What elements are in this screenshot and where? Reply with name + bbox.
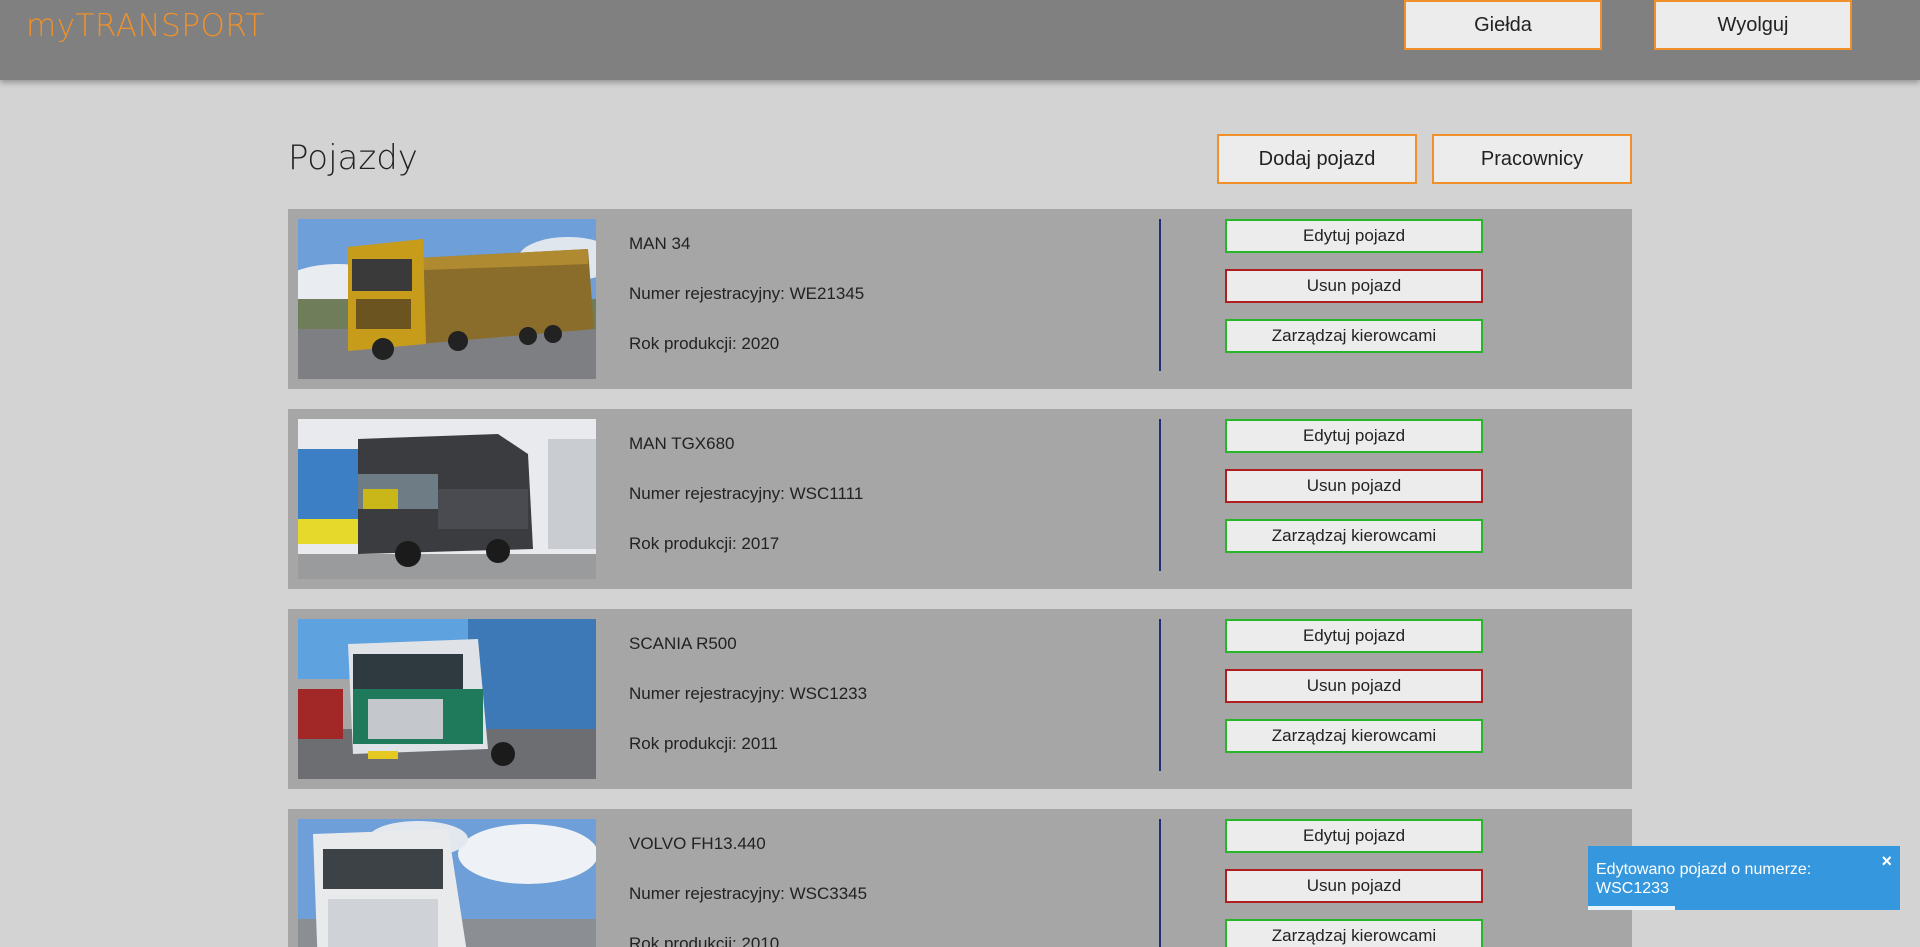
- manage-drivers-button[interactable]: Zarządzaj kierowcami: [1225, 319, 1483, 353]
- divider: [1159, 619, 1161, 771]
- delete-vehicle-button[interactable]: Usun pojazd: [1225, 469, 1483, 503]
- toast-message: Edytowano pojazd o numerze: WSC1233: [1596, 861, 1812, 897]
- vehicle-registration: Numer rejestracyjny: WSC1111: [629, 484, 864, 503]
- vehicle-year: Rok produkcji: 2020: [629, 334, 780, 353]
- close-icon[interactable]: ×: [1881, 852, 1892, 871]
- page-title: Pojazdy: [288, 138, 418, 178]
- divider: [1159, 419, 1161, 571]
- edit-vehicle-button[interactable]: Edytuj pojazd: [1225, 619, 1483, 653]
- toast-progress-bar: [1588, 906, 1676, 910]
- vehicle-photo: [298, 219, 596, 379]
- vehicle-year: Rok produkcji: 2011: [629, 734, 778, 753]
- vehicle-photo: [298, 619, 596, 779]
- vehicle-year: Rok produkcji: 2010: [629, 934, 780, 947]
- delete-vehicle-button[interactable]: Usun pojazd: [1225, 869, 1483, 903]
- vehicle-card: MAN 34 Numer rejestracyjny: WE21345 Rok …: [288, 209, 1632, 389]
- vehicle-registration: Numer rejestracyjny: WSC3345: [629, 884, 868, 903]
- divider: [1159, 219, 1161, 371]
- vehicle-name: MAN 34: [629, 234, 691, 253]
- edit-vehicle-button[interactable]: Edytuj pojazd: [1225, 419, 1483, 453]
- exchange-button[interactable]: Giełda: [1404, 0, 1602, 50]
- top-bar: myTRANSPORT Giełda Wyolguj: [0, 0, 1920, 80]
- vehicle-card: VOLVO FH13.440 Numer rejestracyjny: WSC3…: [288, 809, 1632, 947]
- vehicle-registration: Numer rejestracyjny: WE21345: [629, 284, 865, 303]
- manage-drivers-button[interactable]: Zarządzaj kierowcami: [1225, 719, 1483, 753]
- delete-vehicle-button[interactable]: Usun pojazd: [1225, 669, 1483, 703]
- vehicle-card: MAN TGX680 Numer rejestracyjny: WSC1111 …: [288, 409, 1632, 589]
- vehicle-name: MAN TGX680: [629, 434, 735, 453]
- vehicle-card: SCANIA R500 Numer rejestracyjny: WSC1233…: [288, 609, 1632, 789]
- add-vehicle-button[interactable]: Dodaj pojazd: [1217, 134, 1417, 184]
- notification-toast: Edytowano pojazd o numerze: WSC1233 ×: [1588, 846, 1900, 910]
- vehicle-photo: [298, 419, 596, 579]
- delete-vehicle-button[interactable]: Usun pojazd: [1225, 269, 1483, 303]
- edit-vehicle-button[interactable]: Edytuj pojazd: [1225, 219, 1483, 253]
- manage-drivers-button[interactable]: Zarządzaj kierowcami: [1225, 919, 1483, 947]
- employees-button[interactable]: Pracownicy: [1432, 134, 1632, 184]
- vehicle-name: SCANIA R500: [629, 634, 737, 653]
- edit-vehicle-button[interactable]: Edytuj pojazd: [1225, 819, 1483, 853]
- manage-drivers-button[interactable]: Zarządzaj kierowcami: [1225, 519, 1483, 553]
- divider: [1159, 819, 1161, 947]
- logout-button[interactable]: Wyolguj: [1654, 0, 1852, 50]
- vehicle-name: VOLVO FH13.440: [629, 834, 766, 853]
- vehicle-registration: Numer rejestracyjny: WSC1233: [629, 684, 868, 703]
- app-logo[interactable]: myTRANSPORT: [26, 8, 265, 44]
- vehicle-year: Rok produkcji: 2017: [629, 534, 780, 553]
- vehicle-photo: [298, 819, 596, 947]
